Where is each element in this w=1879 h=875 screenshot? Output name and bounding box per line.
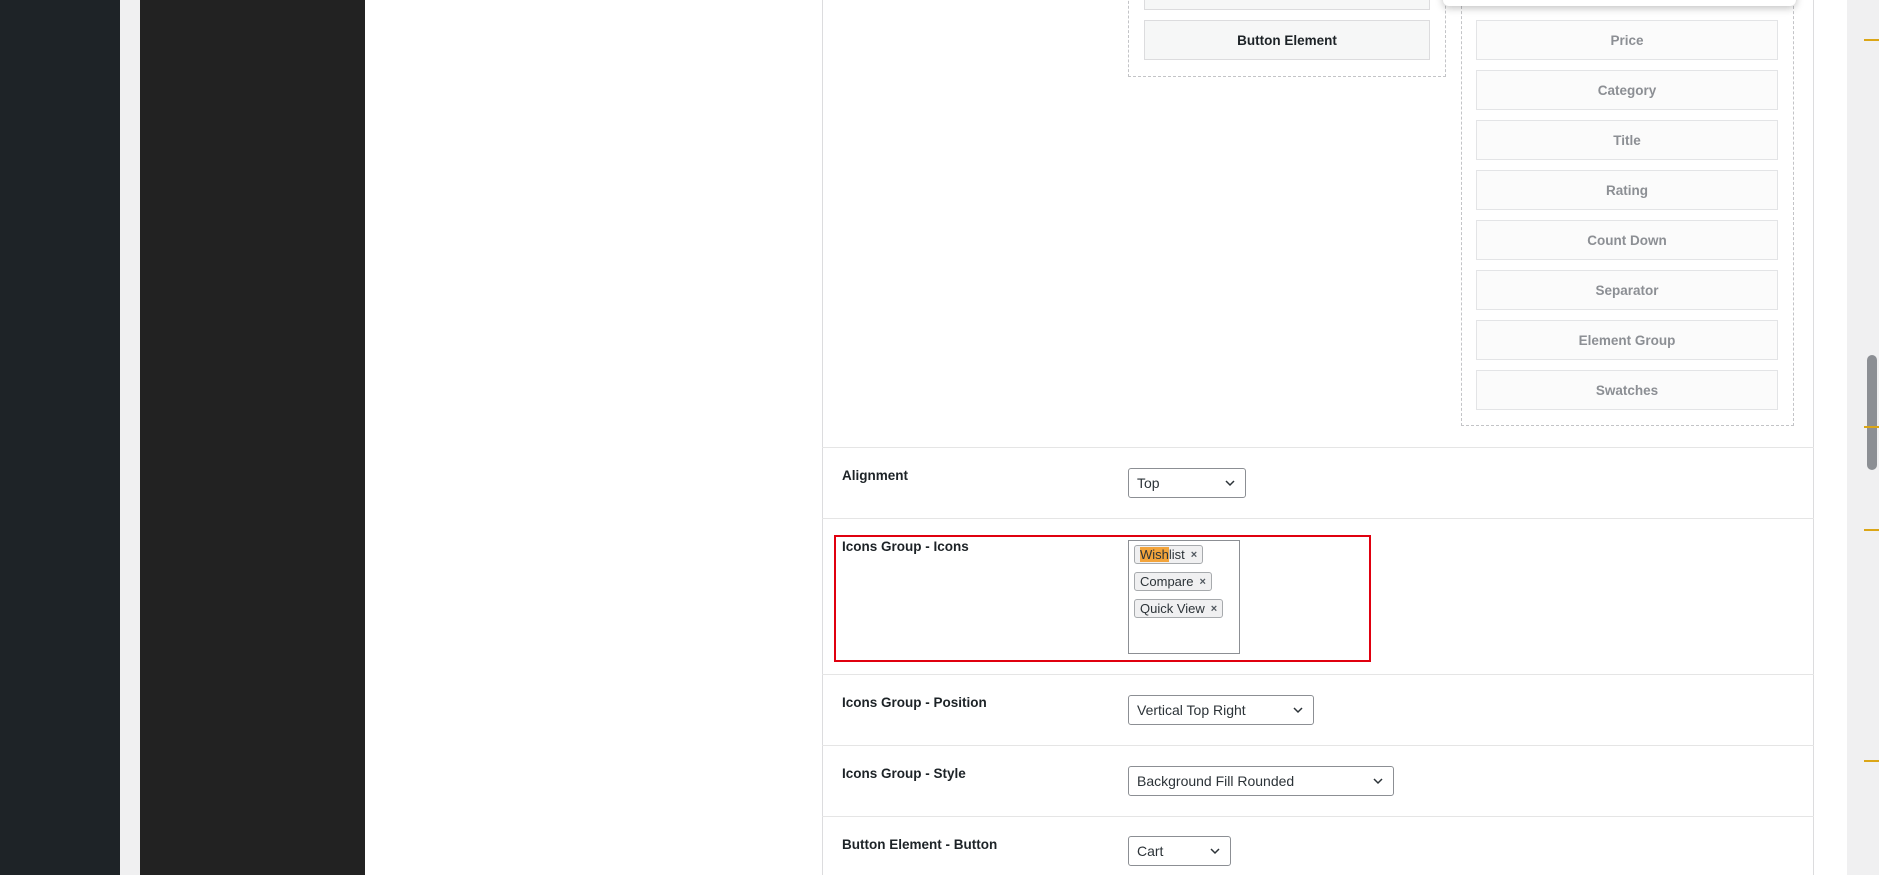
close-icon[interactable]: × [1211,603,1217,615]
button-element-button-label: Button Element - Button [842,837,998,852]
row-divider [822,674,1814,675]
icons-group-position-value: Vertical Top Right [1137,702,1246,718]
available-element-label: Separator [1595,282,1659,298]
highlight-annotation-box [834,535,1371,662]
available-element-element-group[interactable]: Element Group [1476,320,1778,360]
scroll-position-marker [1864,760,1879,762]
chip-label: Compare [1140,574,1194,589]
button-element-button-value: Cart [1137,843,1164,859]
available-element-label: Title [1613,132,1641,148]
used-element-button-element[interactable]: Button Element [1144,20,1430,60]
search-match-highlight: Wish [1140,547,1169,562]
sidebar-gutter [120,0,140,875]
available-element-label: Count Down [1587,232,1667,248]
icons-group-position-select[interactable]: Vertical Top Right [1128,695,1314,725]
icons-group-position-label: Icons Group - Position [842,695,987,710]
chevron-down-icon [1373,778,1383,785]
page-scrollbar-thumb[interactable] [1867,355,1877,470]
row-divider [822,816,1814,817]
chip-quick-view: Quick View × [1134,599,1224,618]
close-icon[interactable]: × [1191,549,1197,561]
admin-sidebar [0,0,120,875]
chip-label: list [1168,547,1185,562]
alignment-label: Alignment [842,468,908,483]
chip-wishlist: Wish list × [1134,545,1204,564]
available-elements-column [1461,0,1794,426]
available-element-label: Price [1610,32,1644,48]
row-divider [822,518,1814,519]
available-element-separator[interactable]: Separator [1476,270,1778,310]
available-element-price[interactable]: Price [1476,20,1778,60]
chip-compare: Compare × [1134,572,1212,591]
icons-group-icons-multiselect[interactable]: Wish list × Compare × Quick View × [1128,540,1240,654]
available-element-count-down[interactable]: Count Down [1476,220,1778,260]
available-element-category[interactable]: Category [1476,70,1778,110]
chevron-down-icon [1210,848,1220,855]
button-element-button-select[interactable]: Cart [1128,836,1231,866]
available-element-label: Category [1597,82,1657,98]
available-element-swatches[interactable]: Swatches [1476,370,1778,410]
scroll-position-marker [1864,426,1879,428]
scroll-position-marker [1864,529,1879,531]
dragging-element-card[interactable] [1443,0,1796,6]
icons-group-style-select[interactable]: Background Fill Rounded [1128,766,1394,796]
available-element-label: Swatches [1595,382,1659,398]
icons-group-icons-label: Icons Group - Icons [842,539,969,554]
close-icon[interactable]: × [1199,576,1205,588]
icons-group-style-value: Background Fill Rounded [1137,773,1295,789]
available-element-label: Rating [1606,182,1648,198]
scroll-position-marker [1864,39,1879,41]
available-element-title[interactable]: Title [1476,120,1778,160]
icons-group-style-label: Icons Group - Style [842,766,966,781]
used-element-item-partial[interactable] [1144,0,1430,10]
submenu-panel [140,0,365,875]
chevron-down-icon [1293,707,1303,714]
chip-label: Quick View [1140,601,1205,616]
alignment-select[interactable]: Top [1128,468,1246,498]
chevron-down-icon [1225,480,1235,487]
row-divider [822,745,1814,746]
available-element-label: Element Group [1578,332,1676,348]
available-element-rating[interactable]: Rating [1476,170,1778,210]
row-divider [822,447,1814,448]
used-element-label: Button Element [1237,32,1337,48]
alignment-select-value: Top [1137,475,1160,491]
